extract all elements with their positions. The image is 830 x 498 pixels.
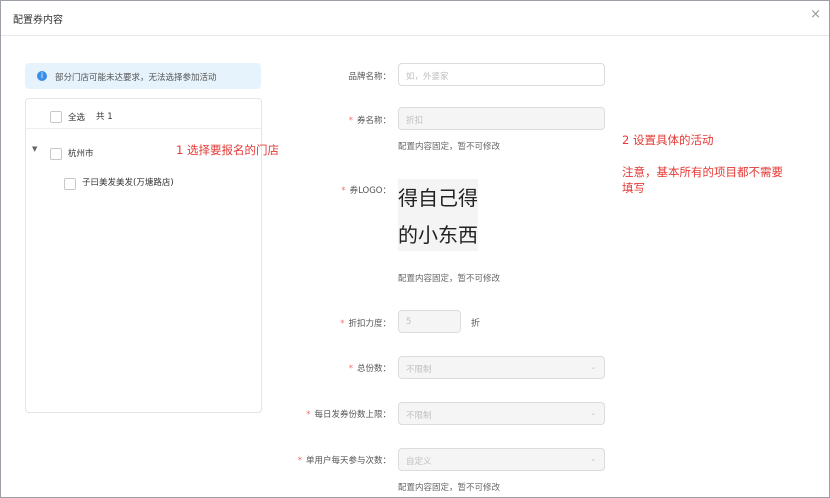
- coupon-logo-image: 得自己得 的小东西: [398, 179, 478, 251]
- chevron-down-icon: ⌄: [590, 363, 596, 371]
- total-copies-label: * 总份数：: [348, 364, 391, 374]
- daily-limit-label: * 每日发券份数上限：: [306, 410, 391, 420]
- discount-label: * 折扣力度：: [340, 319, 391, 329]
- brand-name-input[interactable]: 如，外婆家: [398, 63, 605, 86]
- store-notice: i 部分门店可能未达要求，无法选择参加活动: [25, 63, 261, 89]
- select-all-label: 全选: [68, 113, 86, 123]
- coupon-logo-label: * 券LOGO：: [341, 186, 391, 196]
- daily-limit-value: 不限制: [406, 411, 432, 421]
- configure-coupon-dialog: 配置券内容 × i 部分门店可能未达要求，无法选择参加活动 全选 共 1 ▼ 杭…: [0, 0, 830, 498]
- logo-image-text-2: 的小东西: [398, 223, 478, 247]
- discount-unit: 折: [471, 319, 481, 329]
- per-user-limit-value: 自定义: [406, 457, 432, 467]
- notice-text: 部分门店可能未达要求，无法选择参加活动: [55, 73, 217, 83]
- total-copies-select: 不限制 ⌄: [398, 356, 605, 379]
- coupon-name-input: 折扣: [398, 107, 605, 130]
- annotation-step1: 1 选择要报名的门店: [176, 143, 279, 157]
- expand-arrow-icon[interactable]: ▼: [32, 145, 37, 153]
- store-label: 子曰美发美发(万塘路店): [82, 178, 174, 188]
- logo-image-text-1: 得自己得: [398, 186, 478, 210]
- per-user-limit-select: 自定义 ⌄: [398, 448, 605, 471]
- coupon-name-hint: 配置内容固定，暂不可修改: [398, 142, 501, 152]
- store-checkbox[interactable]: [64, 178, 76, 190]
- coupon-name-label: * 券名称：: [348, 116, 391, 126]
- chevron-down-icon: ⌄: [590, 455, 596, 463]
- annotation-step2: 2 设置具体的活动: [622, 133, 714, 147]
- store-total-count: 共 1: [96, 112, 113, 122]
- brand-name-placeholder: 如，外婆家: [406, 72, 449, 82]
- brand-name-label: 品牌名称：: [348, 72, 391, 82]
- per-user-limit-hint: 配置内容固定，暂不可修改: [398, 483, 501, 493]
- coupon-name-value: 折扣: [406, 116, 424, 126]
- chevron-down-icon: ⌄: [590, 409, 596, 417]
- total-copies-value: 不限制: [406, 365, 432, 375]
- annotation-note-line1: 注意，基本所有的项目都不需要: [622, 165, 783, 179]
- close-icon[interactable]: ×: [810, 8, 821, 22]
- panel-divider: [26, 128, 261, 129]
- info-icon: i: [37, 71, 47, 81]
- daily-limit-select: 不限制 ⌄: [398, 402, 605, 425]
- discount-input: 5: [398, 310, 461, 333]
- discount-value: 5: [406, 317, 412, 327]
- city-checkbox[interactable]: [50, 148, 62, 160]
- city-label: 杭州市: [68, 149, 94, 159]
- coupon-logo-hint: 配置内容固定，暂不可修改: [398, 274, 501, 284]
- dialog-header: 配置券内容 ×: [1, 1, 829, 36]
- select-all-checkbox[interactable]: [50, 111, 62, 123]
- dialog-title: 配置券内容: [13, 15, 63, 26]
- per-user-limit-label: * 单用户每天参与次数：: [297, 456, 391, 466]
- annotation-note-line2: 填写: [622, 181, 645, 195]
